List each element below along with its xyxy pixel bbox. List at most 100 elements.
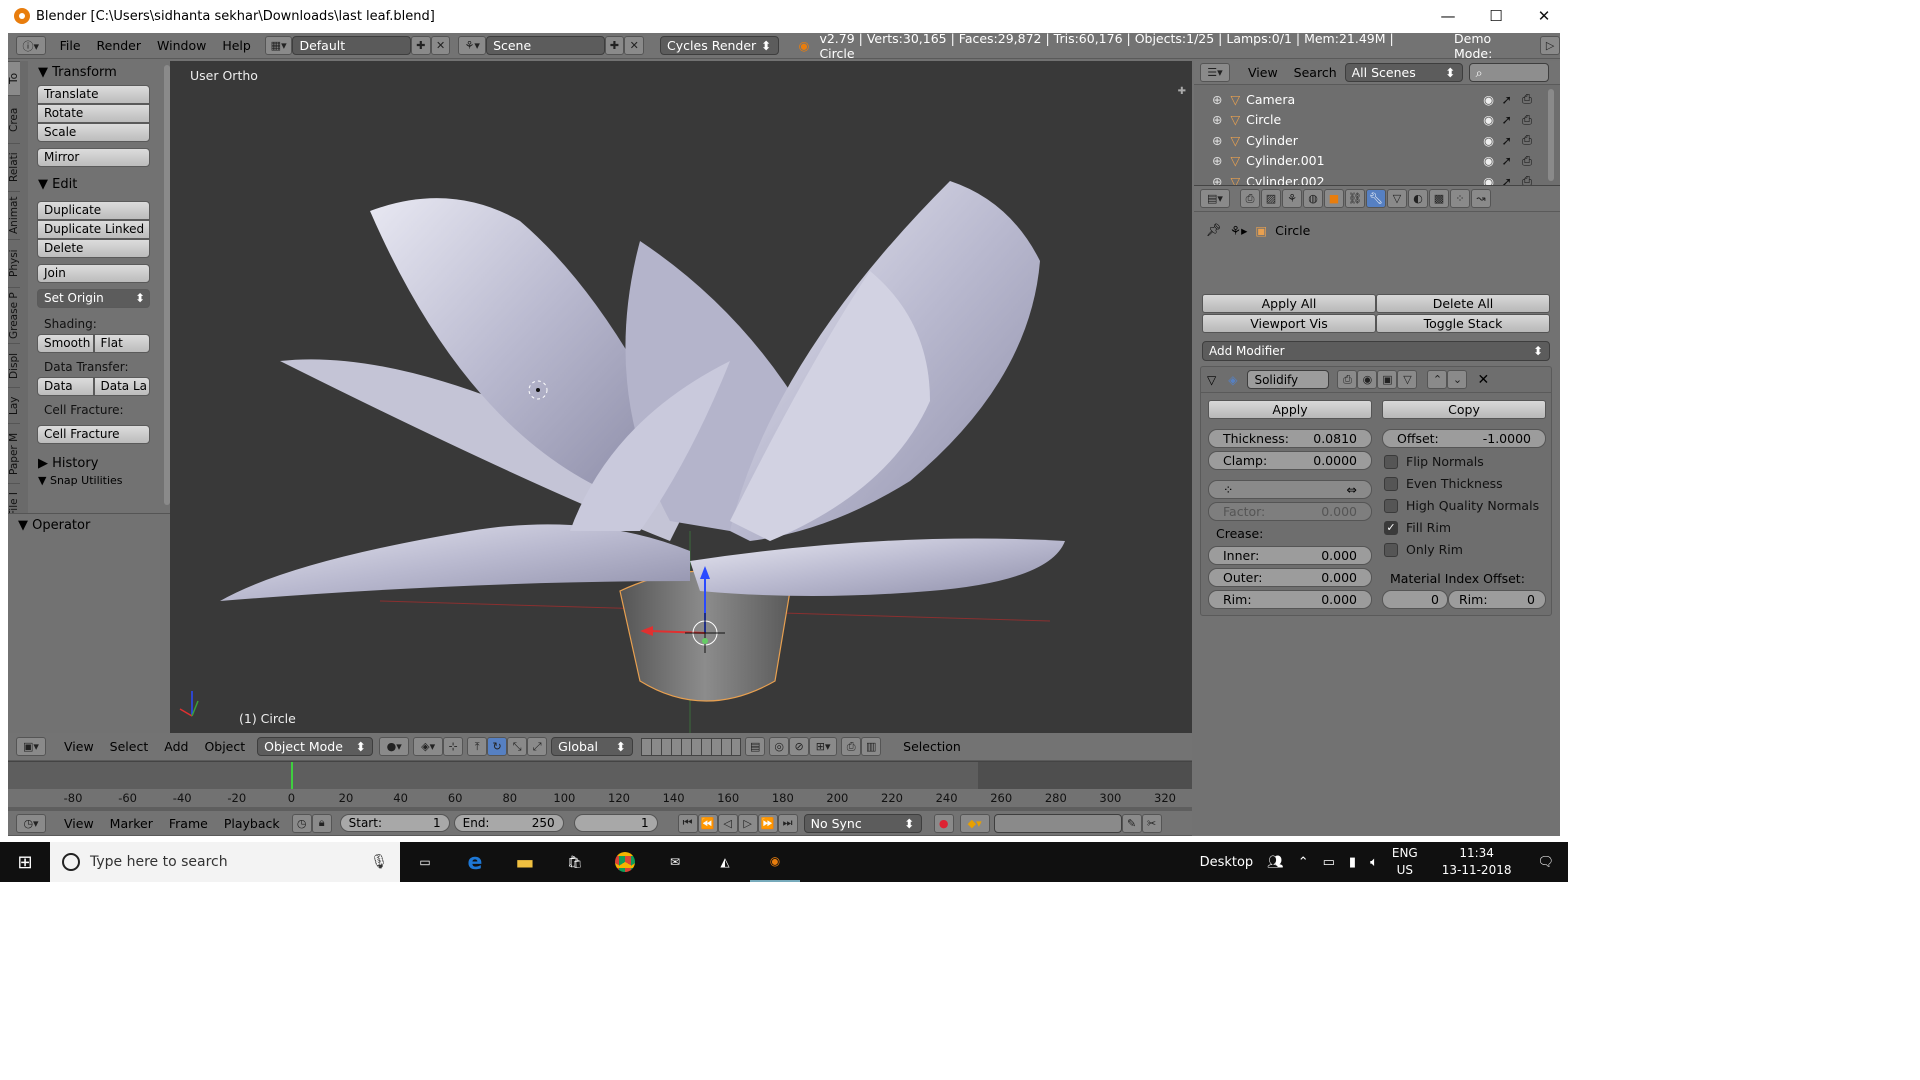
pivot-point-icon[interactable]: ◈▾ (413, 737, 444, 756)
viewport-vis-button[interactable]: Viewport Vis (1202, 314, 1376, 333)
scene-dropdown[interactable]: Scene (486, 36, 605, 55)
view3d-menu-add[interactable]: Add (156, 739, 196, 754)
duplicate-button[interactable]: Duplicate (37, 201, 150, 220)
move-up-icon[interactable]: ⌃ (1427, 370, 1448, 389)
layout-dropdown[interactable]: Default (292, 36, 411, 55)
lock-range-icon[interactable]: 🔒︎ (311, 813, 332, 833)
info-editor-icon[interactable]: ⓘ▾ (16, 36, 46, 55)
set-origin-dropdown[interactable]: Set Origin ⬍ (37, 289, 150, 308)
outliner-item-name[interactable]: Cylinder (1246, 133, 1298, 148)
outliner-item[interactable]: ⊕ ▽ Cylinder ◉ ➚ ⎙ (1194, 130, 1538, 150)
render-tab-icon[interactable]: ⎙ (1240, 189, 1260, 208)
outliner-menu-view[interactable]: View (1240, 65, 1286, 80)
visibility-eye-icon[interactable]: ◉ (1483, 92, 1494, 107)
outliner-display-mode-dropdown[interactable]: All Scenes ⬍ (1344, 63, 1463, 82)
tab-create[interactable]: Crea (8, 95, 20, 143)
move-down-icon[interactable]: ⌄ (1447, 370, 1468, 389)
particles-tab-icon[interactable]: ⁘ (1450, 189, 1470, 208)
sync-mode-dropdown[interactable]: No Sync ⬍ (803, 813, 922, 833)
timeline-editor-type-icon[interactable]: ◷▾ (16, 813, 46, 833)
windows-start-icon[interactable]: ⊞ (0, 842, 50, 882)
outer-crease-field[interactable]: Outer: 0.000 (1208, 568, 1372, 587)
clamp-field[interactable]: Clamp: 0.0000 (1208, 451, 1372, 470)
viewport-visibility-icon[interactable]: ◉ (1357, 370, 1378, 389)
only-rim-checkbox[interactable]: Only Rim (1384, 542, 1463, 557)
render-animation-icon[interactable]: ▥ (861, 737, 882, 756)
add-scene-icon[interactable]: ✚ (604, 36, 625, 55)
viewport-shading-icon[interactable]: ●▾ (379, 737, 410, 756)
view3d-menu-select[interactable]: Select (102, 739, 157, 754)
material-offset-field[interactable]: 0 (1382, 590, 1448, 609)
expand-icon[interactable]: ⊕ (1212, 92, 1222, 107)
people-icon[interactable]: 👥︎ (1267, 855, 1284, 870)
factor-field[interactable]: Factor: 0.000 (1208, 502, 1372, 521)
3d-viewport[interactable]: User Ortho (1) Circle ✚ (170, 61, 1192, 733)
maximize-button[interactable]: ☐ (1472, 0, 1520, 32)
duplicate-linked-button[interactable]: Duplicate Linked (37, 220, 150, 239)
timeline-menu-view[interactable]: View (56, 816, 102, 831)
play-demo-icon[interactable]: ▷ (1540, 36, 1561, 55)
inner-crease-field[interactable]: Inner: 0.000 (1208, 546, 1372, 565)
scale-button[interactable]: Scale (37, 123, 150, 142)
remove-layout-icon[interactable]: ✕ (430, 36, 451, 55)
keying-set-field[interactable] (993, 813, 1122, 833)
timeline-area[interactable]: -80 -60 -40 -20 0 20 40 60 80 100 120 140 160 180 200 2… (8, 761, 1192, 811)
render-layers-tab-icon[interactable]: ▨ (1261, 189, 1281, 208)
delete-button[interactable]: Delete (37, 239, 150, 258)
data-tab-icon[interactable]: ▽ (1387, 189, 1407, 208)
menu-render[interactable]: Render (89, 38, 150, 53)
close-button[interactable]: ✕ (1520, 0, 1568, 32)
minimize-button[interactable]: — (1424, 0, 1472, 32)
outliner-editor-icon[interactable]: ☰▾ (1200, 63, 1230, 82)
rim-crease-field[interactable]: Rim: 0.000 (1208, 590, 1372, 609)
tab-display[interactable]: Displ (8, 343, 20, 387)
chrome-icon[interactable] (600, 842, 650, 882)
keying-set-icon[interactable]: ◆▾ (959, 813, 990, 833)
copy-modifier-button[interactable]: Copy (1382, 400, 1546, 419)
snap-target-icon[interactable]: ⊞▾ (809, 737, 838, 756)
apply-all-button[interactable]: Apply All (1202, 294, 1376, 313)
tab-layers[interactable]: Lay (8, 387, 20, 423)
selectable-arrow-icon[interactable]: ➚ (1502, 112, 1512, 127)
jump-start-icon[interactable]: ⏮ (677, 813, 698, 833)
apply-modifier-button[interactable]: Apply (1208, 400, 1372, 419)
delete-all-button[interactable]: Delete All (1376, 294, 1550, 313)
selectable-arrow-icon[interactable]: ➚ (1502, 153, 1512, 168)
tab-grease-pencil[interactable]: Grease P (8, 287, 20, 343)
tab-tools[interactable]: To (8, 61, 20, 95)
play-reverse-icon[interactable]: ◁ (717, 813, 738, 833)
flip-normals-checkbox[interactable]: Flip Normals (1384, 454, 1484, 469)
visibility-eye-icon[interactable]: ◉ (1483, 153, 1494, 168)
outliner-item[interactable]: ⊕ ▽ Camera ◉ ➚ ⎙ (1194, 89, 1538, 109)
visibility-eye-icon[interactable]: ◉ (1483, 112, 1494, 127)
rotate-button[interactable]: Rotate (37, 104, 150, 123)
render-visibility-icon[interactable]: ⎙ (1337, 370, 1358, 389)
add-layout-icon[interactable]: ✚ (410, 36, 431, 55)
manipulator-toggle-icon[interactable]: ⊹ (443, 737, 464, 756)
volume-icon[interactable]: 🔈︎ (1370, 855, 1378, 870)
outliner-item-name[interactable]: Circle (1246, 112, 1281, 127)
collapse-modifier-icon[interactable]: ▽ (1207, 373, 1216, 387)
blender-taskbar-icon[interactable]: ◉ (750, 842, 800, 882)
jump-keyframe-back-icon[interactable]: ⏪ (697, 813, 718, 833)
tab-physics[interactable]: Physi (8, 239, 20, 287)
outliner-search-field[interactable]: ⌕ (1468, 63, 1549, 82)
view3d-menu-view[interactable]: View (56, 739, 102, 754)
fill-rim-checkbox[interactable]: ✓ Fill Rim (1384, 520, 1451, 535)
scale-manipulator-icon[interactable]: ⤡ (507, 737, 528, 756)
outliner-item[interactable]: ⊕ ▽ Cylinder.001 ◉ ➚ ⎙ (1194, 151, 1538, 171)
renderable-camera-icon[interactable]: ⎙ (1522, 132, 1532, 148)
cage-visibility-icon[interactable]: ▽ (1397, 370, 1418, 389)
layers-grid-icon[interactable] (641, 737, 742, 756)
file-explorer-icon[interactable]: ▬ (500, 842, 550, 882)
renderable-camera-icon[interactable]: ⎙ (1522, 112, 1532, 128)
data-button[interactable]: Data (37, 377, 94, 396)
network-icon[interactable]: ▭ (1323, 855, 1335, 870)
object-mode-dropdown[interactable]: Object Mode ⬍ (257, 737, 374, 756)
mail-icon[interactable]: ✉ (650, 842, 700, 882)
timeline-ruler[interactable]: -80 -60 -40 -20 0 20 40 60 80 100 120 140 160 180 200 2… (8, 789, 1192, 807)
cell-fracture-button[interactable]: Cell Fracture (37, 425, 150, 444)
tray-chevron-icon[interactable]: ⌃ (1298, 855, 1309, 870)
timeline-menu-playback[interactable]: Playback (216, 816, 288, 831)
toggle-stack-button[interactable]: Toggle Stack (1376, 314, 1550, 333)
